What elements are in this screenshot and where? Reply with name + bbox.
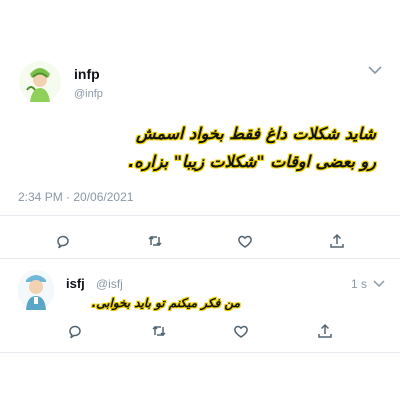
display-name[interactable]: isfj	[66, 276, 85, 291]
reply-icon[interactable]	[54, 232, 72, 250]
share-icon[interactable]	[316, 322, 334, 340]
chevron-down-icon[interactable]	[366, 64, 384, 76]
chevron-down-icon[interactable]	[372, 279, 386, 289]
relative-time[interactable]: 1 s	[351, 277, 367, 291]
divider	[0, 215, 400, 216]
user-handle[interactable]: @infp	[74, 88, 103, 100]
divider	[0, 258, 400, 259]
user-handle[interactable]: @isfj	[96, 277, 123, 291]
share-icon[interactable]	[328, 232, 346, 250]
display-name[interactable]: infp	[74, 66, 100, 82]
like-icon[interactable]	[232, 322, 250, 340]
retweet-icon[interactable]	[150, 322, 168, 340]
tweet-text-line-1: شاید شکلات داغ فقط بخواد اسمش	[136, 124, 376, 143]
retweet-icon[interactable]	[146, 232, 164, 250]
reply-text: من فکر میکنم تو باید بخوابی.	[91, 296, 240, 310]
like-icon[interactable]	[236, 232, 254, 250]
divider	[0, 352, 400, 353]
reply-icon[interactable]	[66, 322, 84, 340]
tweet-timestamp[interactable]: 2:34 PM · 20/06/2021	[18, 190, 133, 204]
tweet-text-line-2: رو بعضی اوقات "شکلات زیبا" بزاره.	[128, 152, 376, 171]
avatar-infp[interactable]	[18, 60, 62, 104]
